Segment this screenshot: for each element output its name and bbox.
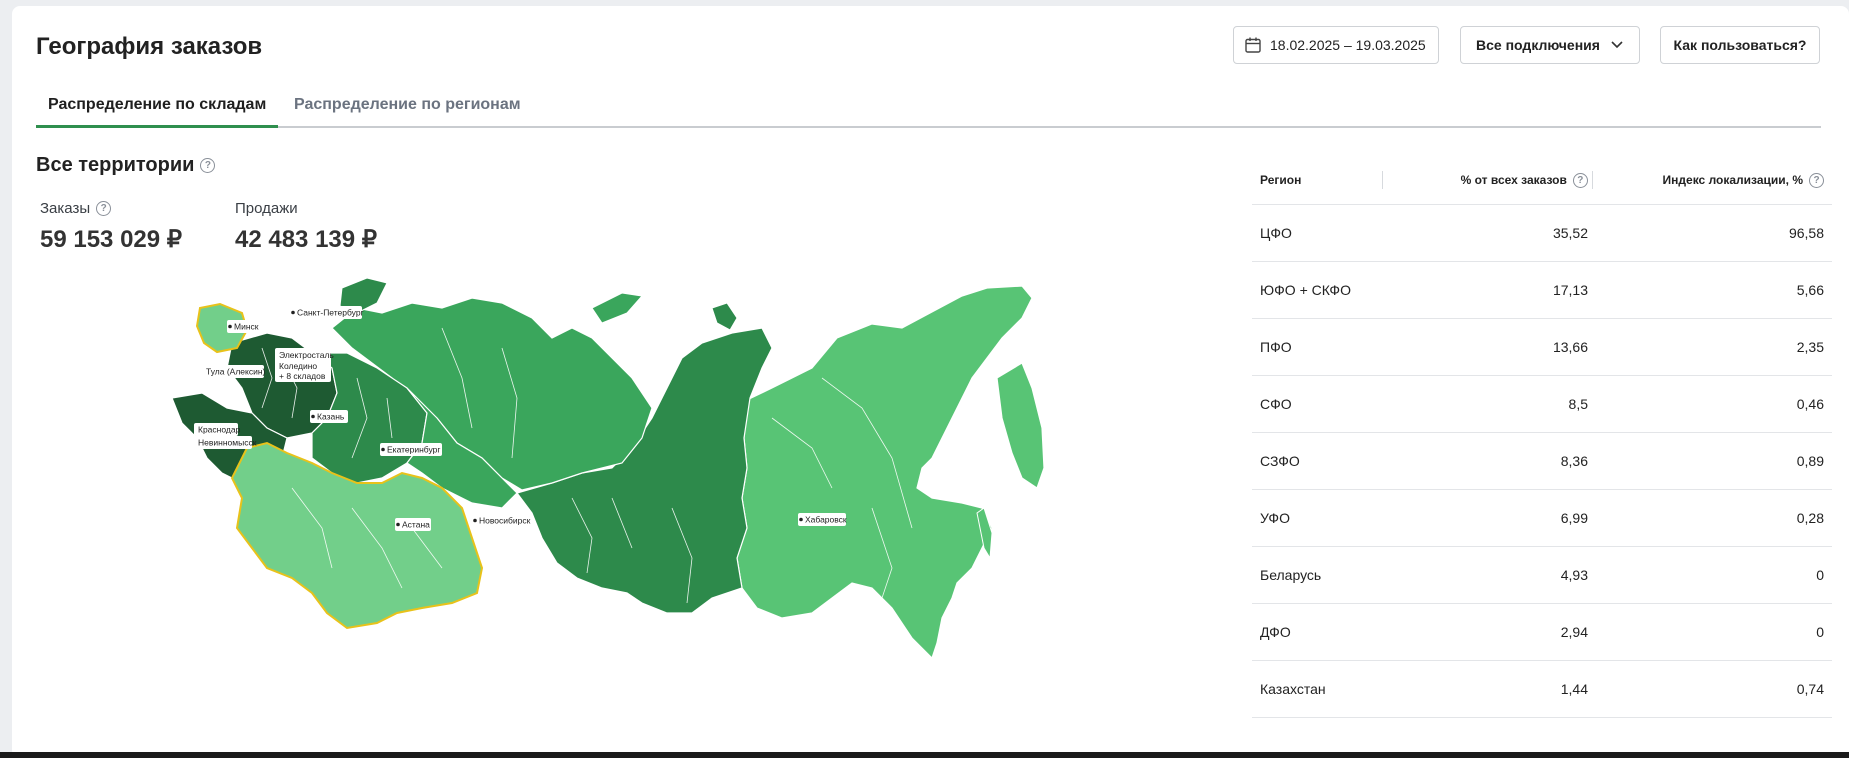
svg-text:Невинномысск: Невинномысск	[198, 438, 257, 448]
col-region[interactable]: Регион	[1252, 173, 1382, 187]
label-khabarovsk[interactable]: Хабаровск	[798, 513, 847, 526]
region-dfo[interactable]	[736, 285, 1033, 660]
orders-label: Заказы	[40, 200, 91, 217]
help-icon[interactable]: ?	[1809, 172, 1824, 188]
col-index[interactable]: Индекс локализации, % ?	[1593, 172, 1832, 188]
cell-index: 5,66	[1796, 282, 1824, 298]
label-novosibirsk[interactable]: Новосибирск	[472, 514, 531, 527]
cell-region: ЦФО	[1260, 225, 1292, 241]
cell-share: 1,44	[1560, 681, 1588, 697]
date-range-value: 18.02.2025 – 19.03.2025	[1270, 37, 1426, 53]
table-row[interactable]: Беларусь 4,93 0	[1252, 547, 1832, 604]
section-title: Все территории ?	[36, 154, 216, 177]
table-row[interactable]: ДФО 2,94 0	[1252, 604, 1832, 661]
calendar-icon	[1245, 37, 1261, 53]
cell-region: УФО	[1260, 510, 1290, 526]
table-body: ЦФО 35,52 96,58 ЮФО + СКФО 17,13 5,66 ПФО 13,66…	[1252, 205, 1832, 718]
orders-map: Минск Санкт-Петербург Электросталь Колед…	[172, 277, 1045, 660]
cell-region: Беларусь	[1260, 567, 1322, 583]
table-row[interactable]: УФО 6,99 0,28	[1252, 490, 1832, 547]
help-icon[interactable]: ?	[200, 158, 216, 173]
sales-metric: Продажи 42 483 139 ₽	[235, 200, 377, 254]
cell-share: 17,13	[1552, 282, 1588, 298]
svg-text:Санкт-Петербург: Санкт-Петербург	[297, 308, 364, 318]
cell-index: 0	[1816, 567, 1824, 583]
svg-text:+ 8 складов: + 8 складов	[279, 371, 326, 381]
table-row[interactable]: СФО 8,5 0,46	[1252, 376, 1832, 433]
cell-region: ДФО	[1260, 624, 1291, 640]
cell-share: 8,5	[1568, 396, 1588, 412]
svg-text:Хабаровск: Хабаровск	[805, 515, 847, 525]
label-ekb[interactable]: Екатеринбург	[380, 443, 442, 456]
cell-index: 2,35	[1796, 339, 1824, 355]
table-row[interactable]: Казахстан 1,44 0,74	[1252, 661, 1832, 718]
region-islands[interactable]	[711, 302, 738, 331]
cell-region: Казахстан	[1260, 681, 1326, 697]
cell-index: 0,46	[1796, 396, 1824, 412]
svg-text:Краснодар: Краснодар	[198, 425, 241, 435]
cell-region: ЮФО + СКФО	[1260, 282, 1351, 298]
label-minsk[interactable]: Минск	[227, 320, 267, 333]
orders-value: 59 153 029 ₽	[40, 226, 183, 253]
sales-label: Продажи	[235, 200, 298, 217]
cell-share: 2,94	[1560, 624, 1588, 640]
svg-text:Астана: Астана	[402, 520, 430, 530]
cell-index: 0	[1816, 624, 1824, 640]
table-row[interactable]: СЗФО 8,36 0,89	[1252, 433, 1832, 490]
label-elektrostal[interactable]: Электросталь Коледино + 8 складов	[275, 348, 334, 382]
date-range-picker[interactable]: 18.02.2025 – 19.03.2025	[1233, 26, 1439, 64]
svg-text:Казань: Казань	[317, 412, 345, 422]
region-novaya-zemlya[interactable]	[591, 292, 643, 324]
orders-metric: Заказы? 59 153 029 ₽	[40, 200, 182, 254]
tab-bar: Распределение по складам Распределение п…	[36, 90, 1821, 128]
col-share[interactable]: % от всех заказов ?	[1383, 172, 1592, 188]
help-icon[interactable]: ?	[1572, 172, 1588, 188]
label-astana[interactable]: Астана	[395, 518, 431, 531]
tab-warehouses[interactable]: Распределение по складам	[36, 96, 279, 128]
svg-text:Минск: Минск	[234, 322, 259, 332]
help-icon[interactable]: ?	[96, 201, 112, 216]
cell-share: 35,52	[1552, 225, 1588, 241]
svg-text:Тула (Алексин): Тула (Алексин)	[206, 367, 266, 377]
svg-text:Коледино: Коледино	[279, 361, 317, 371]
cell-share: 8,36	[1560, 453, 1588, 469]
cell-index: 0,74	[1796, 681, 1824, 697]
label-tula[interactable]: Тула (Алексин)	[202, 365, 266, 378]
section-title-text: Все территории	[36, 154, 195, 176]
svg-text:Электросталь: Электросталь	[279, 350, 334, 360]
table-row[interactable]: ПФО 13,66 2,35	[1252, 319, 1832, 376]
cell-index: 0,28	[1796, 510, 1824, 526]
svg-text:Екатеринбург: Екатеринбург	[387, 445, 440, 455]
table-row[interactable]: ЮФО + СКФО 17,13 5,66	[1252, 262, 1832, 319]
label-krasnodar[interactable]: Краснодар	[194, 423, 241, 436]
table-header: Регион % от всех заказов ? Индекс локали…	[1252, 156, 1832, 205]
connections-dropdown[interactable]: Все подключения	[1460, 26, 1640, 64]
taskbar-strip	[0, 752, 1849, 758]
svg-text:Новосибирск: Новосибирск	[479, 516, 531, 526]
page-title: География заказов	[36, 33, 263, 60]
cell-region: ПФО	[1260, 339, 1292, 355]
cell-share: 6,99	[1560, 510, 1588, 526]
table-row[interactable]: ЦФО 35,52 96,58	[1252, 205, 1832, 262]
label-nevinnomyssk[interactable]: Невинномысск	[194, 436, 257, 449]
main-card: География заказов 18.02.2025 – 19.03.202…	[12, 6, 1849, 758]
region-kamchatka[interactable]	[996, 362, 1045, 489]
label-spb[interactable]: Санкт-Петербург	[290, 306, 364, 319]
cell-index: 0,89	[1796, 453, 1824, 469]
cell-region: СЗФО	[1260, 453, 1300, 469]
tab-regions[interactable]: Распределение по регионам	[294, 96, 521, 126]
cell-share: 13,66	[1552, 339, 1588, 355]
sales-value: 42 483 139 ₽	[235, 226, 378, 253]
label-kazan[interactable]: Казань	[310, 410, 348, 423]
chevron-down-icon	[1611, 41, 1623, 49]
cell-region: СФО	[1260, 396, 1292, 412]
how-to-use-button[interactable]: Как пользоваться?	[1660, 26, 1820, 64]
cell-index: 96,58	[1788, 225, 1824, 241]
regions-table: Регион % от всех заказов ? Индекс локали…	[1252, 156, 1832, 718]
cell-share: 4,93	[1560, 567, 1588, 583]
connections-label: Все подключения	[1476, 37, 1600, 53]
